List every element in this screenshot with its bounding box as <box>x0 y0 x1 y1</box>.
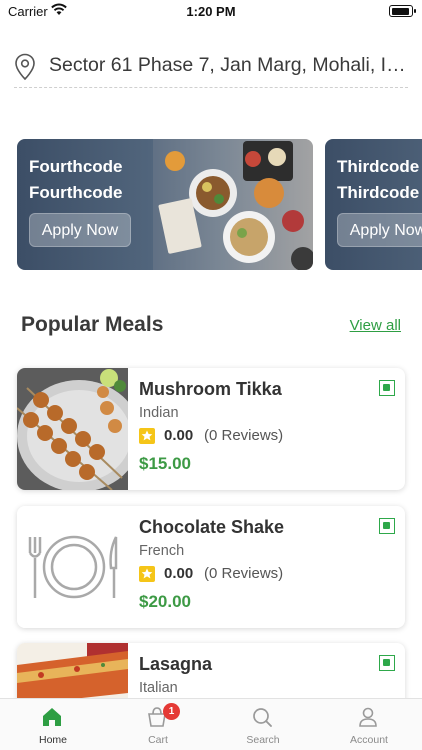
tab-search[interactable]: Search <box>210 699 316 750</box>
battery-icon <box>389 5 416 17</box>
tab-label: Cart <box>148 734 168 746</box>
star-icon <box>139 428 155 444</box>
veg-indicator-icon <box>379 380 395 396</box>
meal-price: $20.00 <box>139 592 191 611</box>
apply-now-button[interactable]: Apply Now <box>337 213 422 247</box>
offer-title: Fourthcode <box>29 157 123 176</box>
meal-name: Chocolate Shake <box>139 517 285 537</box>
location-pin-icon <box>15 53 35 81</box>
review-count: (0 Reviews) <box>204 565 284 582</box>
review-count: (0 Reviews) <box>204 427 284 444</box>
status-bar: Carrier 1:20 PM <box>0 0 422 22</box>
bottom-tab-bar: Home 1 Cart Search Account <box>0 698 422 750</box>
meal-cuisine: French <box>139 543 185 559</box>
meal-cuisine: Indian <box>139 405 179 421</box>
meal-cuisine: Italian <box>139 680 178 696</box>
tab-cart[interactable]: 1 Cart <box>105 699 211 750</box>
offer-title: Thirdcode <box>337 157 420 176</box>
offer-code: Fourthcode <box>29 183 123 202</box>
account-icon <box>359 707 377 727</box>
apply-now-button[interactable]: Apply Now <box>29 213 131 247</box>
tab-label: Search <box>246 734 280 746</box>
tab-label: Account <box>350 734 388 746</box>
tab-label: Home <box>38 734 67 746</box>
rating-value: 0.00 <box>164 565 194 582</box>
address-text: Sector 61 Phase 7, Jan Marg, Mohali, In.… <box>49 54 407 76</box>
cart-badge: 1 <box>163 703 180 720</box>
veg-indicator-icon <box>379 518 395 534</box>
offer-card[interactable]: Thirdcode Thirdcode Apply Now <box>325 139 422 270</box>
rating-value: 0.00 <box>164 427 194 444</box>
home-icon <box>43 708 61 726</box>
view-all-link[interactable]: View all <box>350 317 401 334</box>
plate-placeholder-icon <box>17 506 128 628</box>
popular-meals-heading: Popular Meals <box>21 313 164 336</box>
search-icon <box>253 708 272 727</box>
meal-price: $15.00 <box>139 454 191 473</box>
tab-home[interactable]: Home <box>0 699 106 750</box>
veg-indicator-icon <box>379 655 395 671</box>
meal-image <box>17 368 128 490</box>
clock: 1:20 PM <box>186 4 236 19</box>
tab-account[interactable]: Account <box>316 699 422 750</box>
meal-card[interactable]: Mushroom Tikka Indian 0.00 (0 Reviews) $… <box>17 368 405 490</box>
offer-code: Thirdcode <box>337 183 420 202</box>
meal-card[interactable]: Chocolate Shake French 0.00 (0 Reviews) … <box>17 506 405 628</box>
offers-carousel[interactable]: Fourthcode Fourthcode Apply Now Thirdcod… <box>17 139 422 270</box>
offer-card[interactable]: Fourthcode Fourthcode Apply Now <box>17 139 313 270</box>
meal-name: Mushroom Tikka <box>139 379 282 399</box>
meal-name: Lasagna <box>139 654 213 674</box>
star-icon <box>139 566 155 582</box>
food-spread-image <box>153 139 313 270</box>
delivery-address[interactable]: Sector 61 Phase 7, Jan Marg, Mohali, In.… <box>14 50 408 88</box>
